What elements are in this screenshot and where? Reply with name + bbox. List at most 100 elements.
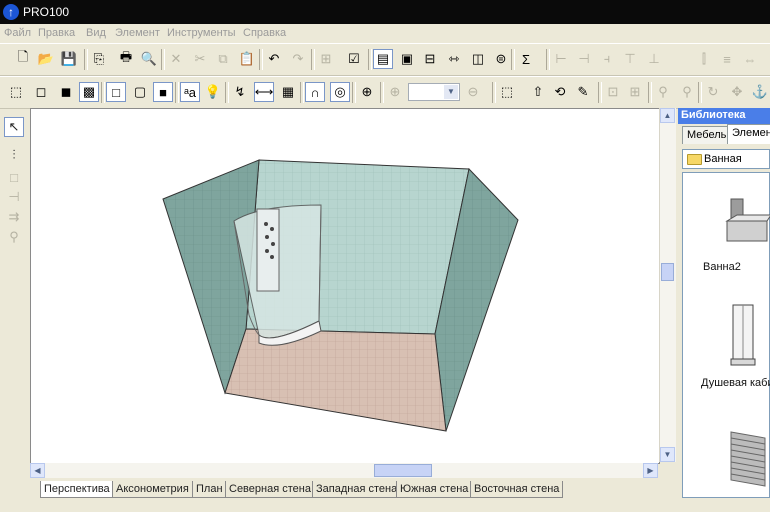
- distribute-h-button[interactable]: ⫿: [694, 49, 714, 69]
- bathtub-thumbnail[interactable]: [723, 193, 770, 249]
- align-bottom-button[interactable]: ⊥: [644, 49, 664, 69]
- undo-button[interactable]: ↶: [264, 49, 284, 69]
- edges-box-button[interactable]: ▢: [130, 82, 150, 102]
- pencil-button[interactable]: ✎: [573, 82, 593, 102]
- zoom-combobox[interactable]: ▼: [408, 83, 460, 101]
- select-all-button[interactable]: ⬚: [497, 82, 517, 102]
- anchor-button[interactable]: ⚓: [750, 82, 770, 102]
- crosshair-button[interactable]: ⊕: [357, 82, 377, 102]
- open-folder-button[interactable]: 📂: [36, 49, 56, 69]
- perspective-viewport[interactable]: [30, 108, 660, 464]
- align-top-button[interactable]: ⊤: [620, 49, 640, 69]
- save-button[interactable]: 💾: [59, 49, 79, 69]
- extend-tool-button[interactable]: ⇉: [4, 207, 24, 227]
- align-center-button[interactable]: ⊣: [574, 49, 594, 69]
- rotate-button[interactable]: ↻: [703, 82, 723, 102]
- scroll-down-button[interactable]: ▼: [660, 447, 675, 462]
- tab-west-wall[interactable]: Западная стена: [312, 481, 402, 498]
- distribute-v-button[interactable]: ≡: [717, 49, 737, 69]
- dimension-window-button[interactable]: ⇿: [444, 49, 464, 69]
- library-button[interactable]: ▤: [373, 49, 393, 69]
- vertical-scrollbar[interactable]: ▲ ▼: [659, 108, 676, 462]
- scroll-left-button[interactable]: ◀: [30, 463, 45, 478]
- tab-perspective[interactable]: Перспектива: [40, 481, 114, 498]
- library-tab-furniture[interactable]: Мебель: [682, 126, 732, 144]
- print-button[interactable]: 🖶: [116, 49, 136, 69]
- box-tool-button[interactable]: □: [4, 167, 24, 187]
- properties-button[interactable]: ⊞: [316, 49, 336, 69]
- split-tool-button[interactable]: ⊣: [4, 187, 24, 207]
- library-tab-elements[interactable]: Элемен: [727, 124, 770, 144]
- wall-tool-button[interactable]: ⫶: [4, 145, 24, 165]
- menu-help[interactable]: Справка: [243, 27, 286, 39]
- tab-plan[interactable]: План: [192, 481, 227, 498]
- horizontal-scrollbar[interactable]: ◀ ▶: [30, 463, 658, 478]
- align-right-button[interactable]: ⫞: [597, 49, 617, 69]
- scroll-up-button[interactable]: ▲: [660, 108, 675, 123]
- window-grid-button[interactable]: ⊟: [420, 49, 440, 69]
- radiator-thumbnail[interactable]: [727, 428, 767, 488]
- window-button[interactable]: ▣: [397, 49, 417, 69]
- cut-button[interactable]: ✂: [190, 49, 210, 69]
- window-layers-button[interactable]: ◫: [468, 49, 488, 69]
- toolbar-separator: [492, 82, 496, 103]
- redo-button[interactable]: ↷: [288, 49, 308, 69]
- target-button[interactable]: ◎: [330, 82, 350, 102]
- tab-east-wall[interactable]: Восточная стена: [470, 481, 564, 498]
- outline-box-button[interactable]: □: [106, 82, 126, 102]
- shower-thumbnail[interactable]: [729, 303, 759, 367]
- toolbar-separator: [300, 82, 304, 103]
- vertical-scroll-thumb[interactable]: [661, 263, 674, 281]
- shaded-box-button[interactable]: ◼: [56, 82, 76, 102]
- tab-axonometry[interactable]: Аксонометрия: [112, 481, 193, 498]
- dimension-button[interactable]: ⟷: [254, 82, 274, 102]
- font-button[interactable]: ᵃa: [180, 82, 200, 102]
- light-bulb-button[interactable]: 💡: [203, 82, 223, 102]
- menu-edit[interactable]: Правка: [38, 27, 75, 39]
- pointer-button[interactable]: ↖: [4, 117, 24, 137]
- menu-file[interactable]: Файл: [4, 27, 31, 39]
- ungroup-button[interactable]: ⊞: [625, 82, 645, 102]
- wireframe-box-button[interactable]: ⬚: [6, 82, 26, 102]
- pin-icon: ⚲: [658, 84, 668, 99]
- cost-window-button[interactable]: ⊜: [491, 49, 511, 69]
- checklist-button[interactable]: ☑: [344, 49, 364, 69]
- export-button[interactable]: ⎘: [89, 49, 109, 69]
- folder-selector[interactable]: Ванная: [682, 149, 770, 169]
- horizontal-scroll-thumb[interactable]: [374, 464, 432, 477]
- tab-north-wall[interactable]: Северная стена: [225, 481, 315, 498]
- chevron-down-icon[interactable]: ▼: [444, 85, 458, 99]
- grid-button[interactable]: ▦: [278, 82, 298, 102]
- zoom-in-button[interactable]: ⊕: [385, 82, 405, 102]
- copy-button[interactable]: ⧉: [213, 49, 233, 69]
- same-width-button[interactable]: ⇔: [740, 49, 760, 69]
- extend-tool-icon: ⇉: [8, 209, 20, 224]
- menu-view[interactable]: Вид: [86, 27, 106, 39]
- color-box-button[interactable]: ■: [153, 82, 173, 102]
- align-top-icon: ⊤: [624, 51, 636, 66]
- move-button[interactable]: ✥: [727, 82, 747, 102]
- magnet-button[interactable]: ∩: [305, 82, 325, 102]
- menu-element[interactable]: Элемент: [115, 27, 160, 39]
- print-preview-button[interactable]: 🔍: [139, 49, 159, 69]
- move-up-button[interactable]: ⇧: [528, 82, 548, 102]
- new-file-button[interactable]: 🗋: [13, 49, 33, 69]
- delete-button[interactable]: ✕: [166, 49, 186, 69]
- pin2-button[interactable]: ⚲: [677, 82, 697, 102]
- menu-tools[interactable]: Инструменты: [167, 27, 236, 39]
- paste-button[interactable]: 📋: [237, 49, 257, 69]
- zoom-tool-button[interactable]: ⚲: [4, 227, 24, 247]
- tab-south-wall[interactable]: Южная стена: [396, 481, 473, 498]
- rotate-3d-button[interactable]: ⟲: [550, 82, 570, 102]
- group-button[interactable]: ⊡: [603, 82, 623, 102]
- pin-button[interactable]: ⚲: [653, 82, 673, 102]
- sum-button[interactable]: Σ: [516, 49, 536, 69]
- scroll-right-button[interactable]: ▶: [643, 463, 658, 478]
- main-toolbar: 🗋 📂 💾 ⎘ 🖶 🔍 ✕ ✂ ⧉ 📋 ↶ ↷ ⊞ ☑ ▤ ▣ ⊟ ⇿ ◫ ⊜ Σ ⊢ ⊣ ⫞ ⊤ ⊥ ⫿ ≡ ⇔: [0, 43, 770, 76]
- measure-tool-button[interactable]: ↯: [230, 82, 250, 102]
- light-bulb-icon: 💡: [204, 84, 222, 99]
- hidden-line-box-button[interactable]: ◻: [31, 82, 51, 102]
- zoom-out-button[interactable]: ⊖: [463, 82, 483, 102]
- align-left-button[interactable]: ⊢: [551, 49, 571, 69]
- textured-box-button[interactable]: ▩: [79, 82, 99, 102]
